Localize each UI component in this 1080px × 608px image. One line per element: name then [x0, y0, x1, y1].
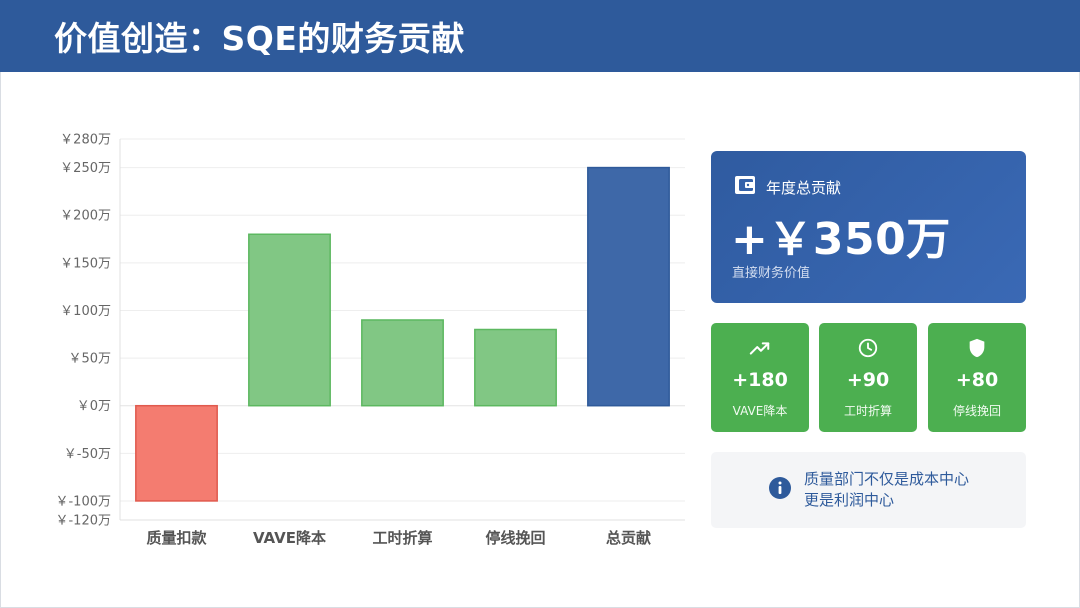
info-note: 质量部门不仅是成本中心 更是利润中心	[711, 452, 1026, 528]
bar	[474, 328, 557, 407]
wallet-icon	[734, 175, 756, 199]
y-tick-label: ￥250万	[60, 161, 111, 176]
bar	[587, 166, 670, 407]
y-tick-label: ￥150万	[60, 256, 111, 271]
metric-label: 工时折算	[843, 404, 892, 418]
metric-value: +90	[846, 369, 890, 391]
y-tick-label: ￥-100万	[55, 494, 111, 509]
x-category-label: 停线挽回	[485, 529, 545, 547]
info-icon	[768, 476, 792, 504]
note-line-1: 质量部门不仅是成本中心	[803, 470, 969, 488]
bar-chart: ￥280万 ￥250万 ￥200万 ￥150万 ￥100万 ￥50万 ￥0万 ￥-50万 ￥-1…	[55, 133, 685, 547]
note-text: 质量部门不仅是成本中心 更是利润中心	[804, 469, 969, 511]
x-category-label: VAVE降本	[253, 529, 326, 547]
metric-value: +80	[955, 369, 999, 391]
metric-label: VAVE降本	[732, 404, 788, 418]
y-tick-label: ￥-120万	[55, 514, 111, 529]
y-tick-label: ￥200万	[60, 209, 111, 224]
bar	[135, 404, 218, 502]
y-tick-label: ￥-50万	[64, 447, 111, 462]
y-tick-label: ￥0万	[77, 399, 111, 414]
metric-card-downtime: +80 停线挽回	[928, 323, 1026, 432]
y-tick-label: ￥100万	[60, 304, 111, 319]
trending-up-icon	[711, 337, 809, 359]
metric-label: 停线挽回	[952, 404, 1001, 418]
x-category-label: 质量扣款	[146, 529, 207, 547]
metric-card-vave: +180 VAVE降本	[711, 323, 809, 432]
y-tick-label: ￥280万	[60, 133, 111, 148]
y-tick-label: ￥50万	[68, 352, 111, 367]
shield-icon	[928, 337, 1026, 359]
total-title: 年度总贡献	[766, 178, 842, 197]
header-bar: 价值创造：SQE的财务贡献	[0, 0, 1080, 72]
clock-icon	[819, 337, 917, 359]
bar	[248, 233, 331, 407]
x-category-label: 总贡献	[606, 529, 651, 547]
total-subtitle: 直接财务价值	[732, 266, 811, 281]
metric-value: +180	[732, 369, 788, 391]
x-category-label: 工时折算	[372, 529, 432, 547]
bar	[361, 319, 444, 407]
note-line-2: 更是利润中心	[803, 491, 894, 509]
total-contribution-card: 年度总贡献 +￥350万 直接财务价值	[711, 151, 1026, 303]
page-title: 价值创造：SQE的财务贡献	[54, 19, 465, 58]
metric-card-labor: +90 工时折算	[819, 323, 917, 432]
total-value: +￥350万	[731, 214, 951, 265]
